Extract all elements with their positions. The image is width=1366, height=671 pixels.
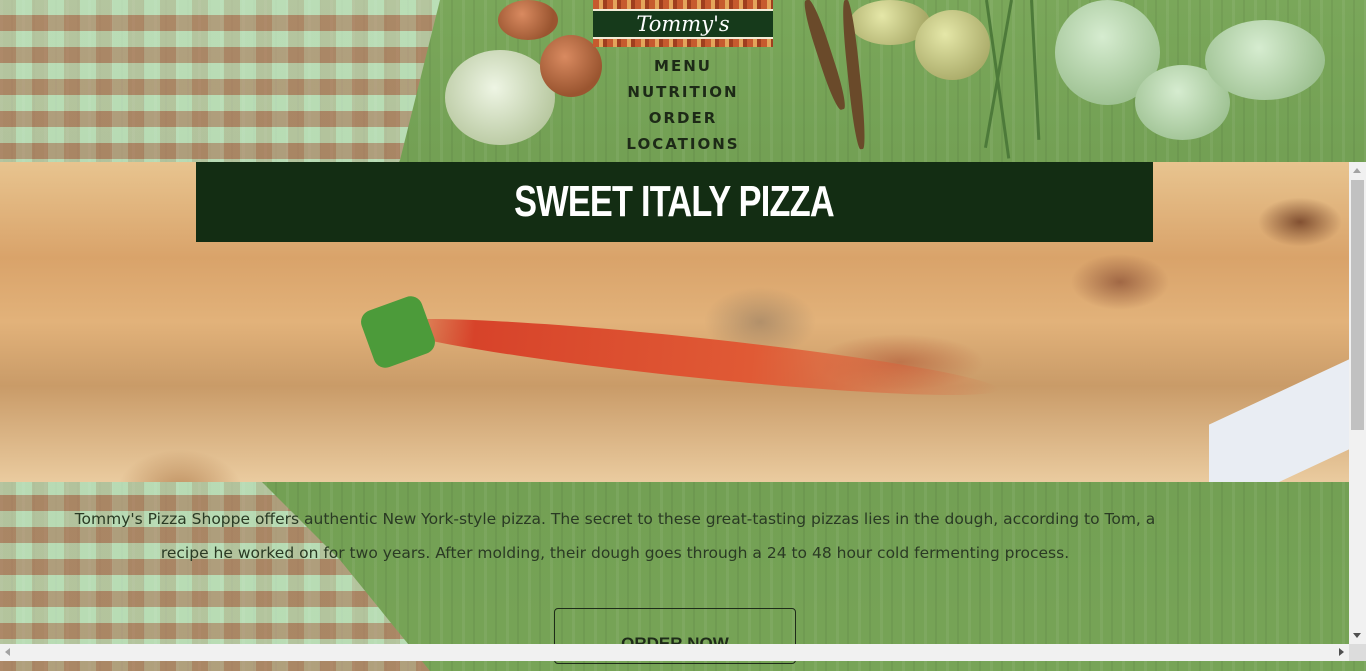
intro-paragraph: Tommy's Pizza Shoppe offers authentic Ne… bbox=[74, 510, 1156, 562]
hero-title: SWEET ITALY PIZZA bbox=[514, 177, 836, 226]
tomato-decoration bbox=[498, 0, 558, 40]
onion-decoration bbox=[915, 10, 990, 80]
pizza-sauce-detail bbox=[379, 304, 1001, 410]
main-nav: MENU NUTRITION ORDER LOCATIONS bbox=[583, 53, 783, 157]
scroll-down-icon[interactable] bbox=[1353, 633, 1361, 638]
scroll-up-icon[interactable] bbox=[1353, 168, 1361, 173]
nav-item-menu[interactable]: MENU bbox=[654, 53, 712, 79]
nav-item-order[interactable]: ORDER bbox=[649, 105, 718, 131]
horizontal-scrollbar[interactable] bbox=[0, 644, 1349, 661]
scroll-left-icon[interactable] bbox=[5, 648, 10, 656]
nav-item-nutrition[interactable]: NUTRITION bbox=[627, 79, 738, 105]
pizza-pepper-detail bbox=[357, 292, 439, 372]
vertical-scrollbar[interactable] bbox=[1349, 162, 1366, 644]
garlic-decoration bbox=[445, 50, 555, 145]
scroll-right-icon[interactable] bbox=[1339, 648, 1344, 656]
scroll-thumb[interactable] bbox=[1351, 180, 1364, 430]
logo-text: Tommy's bbox=[593, 9, 773, 39]
hero-title-banner: SWEET ITALY PIZZA bbox=[196, 162, 1153, 242]
scrollbar-corner bbox=[1349, 644, 1366, 661]
logo[interactable]: Tommy's bbox=[593, 0, 773, 47]
mushroom-decoration bbox=[1205, 20, 1325, 100]
nav-item-locations[interactable]: LOCATIONS bbox=[626, 131, 739, 157]
pizza-plate-detail bbox=[1209, 359, 1349, 482]
